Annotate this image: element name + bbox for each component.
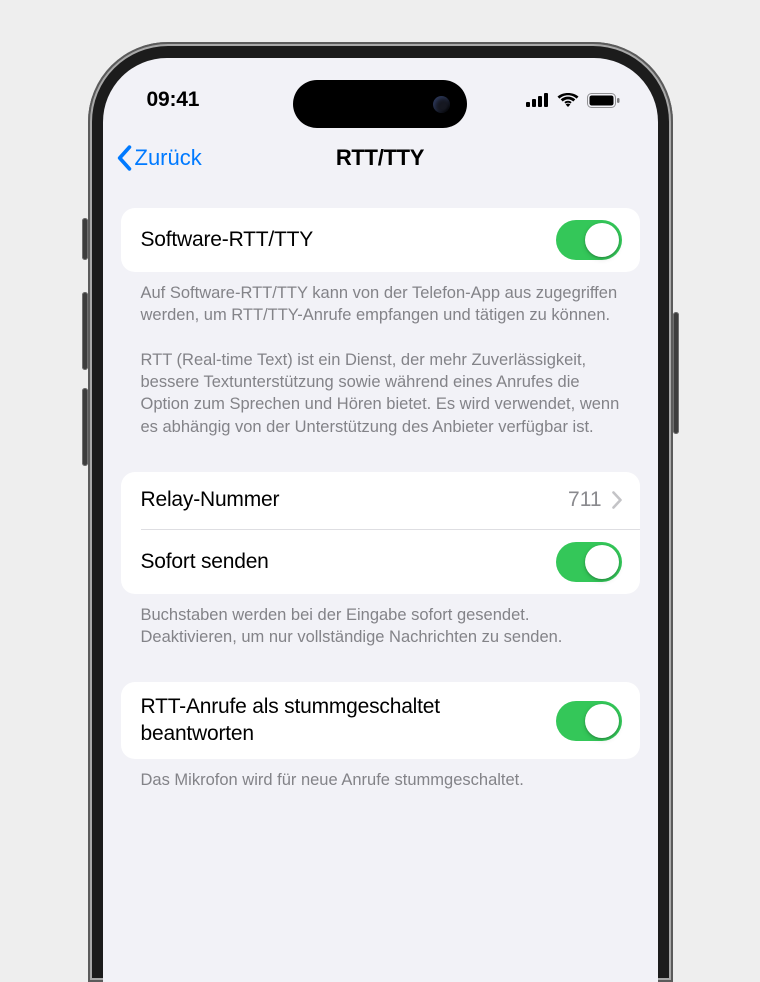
group-mute: RTT-Anrufe als stummgeschaltet beantwort… [121,682,640,759]
group-software-rtt: Software-RTT/TTY [121,208,640,272]
volume-down-button [82,388,88,466]
toggle-knob [585,704,619,738]
row-accessory: 711 [568,488,621,512]
answer-muted-toggle[interactable] [556,701,622,741]
status-indicators [526,93,628,108]
dynamic-island [293,80,467,128]
row-label: Relay-Nummer [141,487,280,513]
row-label: Sofort senden [141,549,269,575]
phone-hardware: 09:41 [88,0,673,982]
row-answer-muted[interactable]: RTT-Anrufe als stummgeschaltet beantwort… [121,682,640,759]
row-label: RTT-Anrufe als stummgeschaltet beantwort… [141,694,501,747]
power-button [673,312,679,434]
row-send-instantly[interactable]: Sofort senden [121,530,640,594]
toggle-knob [585,545,619,579]
group-relay-footer: Buchstaben werden bei der Eingabe sofort… [121,594,640,649]
software-rtt-toggle[interactable] [556,220,622,260]
front-camera-icon [433,96,450,113]
battery-icon [587,93,620,108]
group-relay: Relay-Nummer 711 Sofort senden [121,472,640,594]
settings-content: Software-RTT/TTY Auf Software-RTT/TTY ka… [103,208,658,982]
toggle-knob [585,223,619,257]
group-software-footer: Auf Software-RTT/TTY kann von der Telefo… [121,272,640,438]
navigation-bar: Zurück RTT/TTY [103,132,658,184]
relay-value: 711 [568,488,601,512]
row-relay-number[interactable]: Relay-Nummer 711 [121,472,640,529]
phone-screen: 09:41 [103,58,658,982]
back-button[interactable]: Zurück [115,145,202,171]
phone-frame: 09:41 [88,42,673,982]
cellular-icon [526,93,549,107]
status-time: 09:41 [147,88,200,112]
row-software-rtt[interactable]: Software-RTT/TTY [121,208,640,272]
back-label: Zurück [135,145,202,171]
volume-up-button [82,292,88,370]
chevron-right-icon [612,491,622,509]
group-mute-footer: Das Mikrofon wird für neue Anrufe stummg… [121,759,640,791]
chevron-left-icon [115,145,133,171]
mute-switch [82,218,88,260]
row-label: Software-RTT/TTY [141,227,314,253]
send-instantly-toggle[interactable] [556,542,622,582]
wifi-icon [557,93,579,108]
